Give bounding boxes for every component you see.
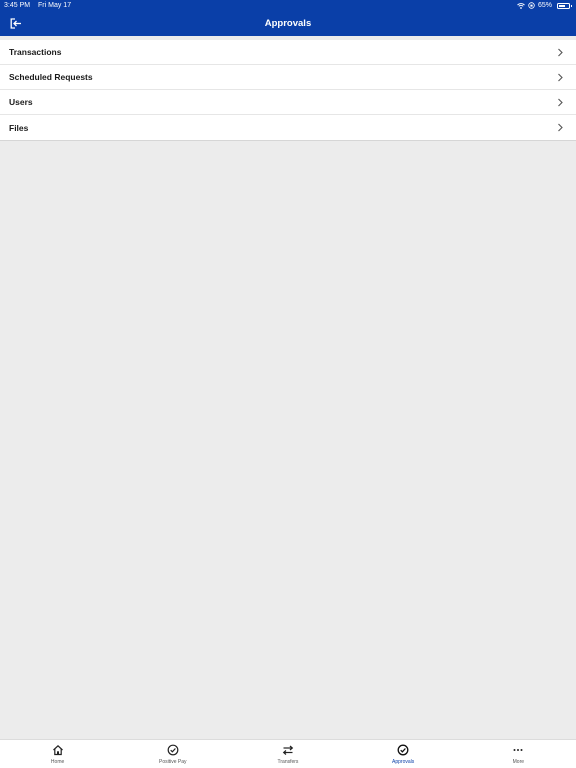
tab-label: Approvals	[392, 759, 415, 765]
home-icon	[52, 744, 63, 756]
tab-label: Transfers	[277, 759, 299, 765]
menu-item-label: Transactions	[9, 47, 62, 57]
battery-fill	[559, 4, 565, 7]
battery-percent: 65%	[537, 2, 552, 9]
nav-bar: Approvals	[0, 11, 576, 36]
menu-item-label: Users	[9, 97, 33, 107]
chevron-right-icon	[558, 48, 563, 57]
tab-more[interactable]: More	[461, 740, 576, 768]
status-right: 65%	[517, 0, 572, 11]
menu-item-label: Scheduled Requests	[9, 72, 93, 82]
logout-button[interactable]	[9, 16, 23, 30]
check-circle-icon	[397, 744, 409, 756]
menu-item-transactions[interactable]: Transactions	[0, 40, 576, 65]
page-title: Approvals	[264, 18, 312, 29]
tab-approvals[interactable]: Approvals	[346, 740, 461, 768]
menu-item-scheduled-requests[interactable]: Scheduled Requests	[0, 65, 576, 90]
battery-tip	[570, 4, 572, 7]
header: 3:45 PM Fri May 17 65% Approvals	[0, 0, 576, 36]
status-bar: 3:45 PM Fri May 17 65%	[0, 0, 576, 11]
tab-label: Home	[50, 759, 65, 765]
tab-transfers[interactable]: Transfers	[230, 740, 345, 768]
menu-item-users[interactable]: Users	[0, 90, 576, 115]
tab-home[interactable]: Home	[0, 740, 115, 768]
menu-item-label: Files	[9, 122, 29, 133]
chevron-right-icon	[558, 123, 563, 132]
chevron-right-icon	[558, 98, 563, 107]
wifi-icon	[517, 2, 525, 9]
menu-item-files[interactable]: Files	[0, 115, 576, 140]
tab-bar: Home Positive Pay Transfers Approvals Mo…	[0, 739, 576, 768]
status-time: 3:45 PM	[4, 2, 31, 9]
more-dots-icon	[513, 749, 523, 751]
battery-icon	[557, 2, 572, 9]
tab-label: More	[512, 759, 525, 765]
status-date: Fri May 17	[38, 2, 72, 9]
transfer-arrows-icon	[282, 745, 294, 755]
logout-icon	[10, 17, 21, 29]
tab-label: Positive Pay	[159, 759, 187, 765]
badge-check-icon	[167, 744, 179, 756]
tab-positive-pay[interactable]: Positive Pay	[115, 740, 230, 768]
approvals-screen: 3:45 PM Fri May 17 65% Approvals Transac…	[0, 0, 576, 768]
orientation-lock-icon	[528, 2, 535, 9]
approvals-menu: Transactions Scheduled Requests Users Fi…	[0, 40, 576, 141]
chevron-right-icon	[558, 73, 563, 82]
status-left: 3:45 PM Fri May 17	[4, 0, 77, 11]
